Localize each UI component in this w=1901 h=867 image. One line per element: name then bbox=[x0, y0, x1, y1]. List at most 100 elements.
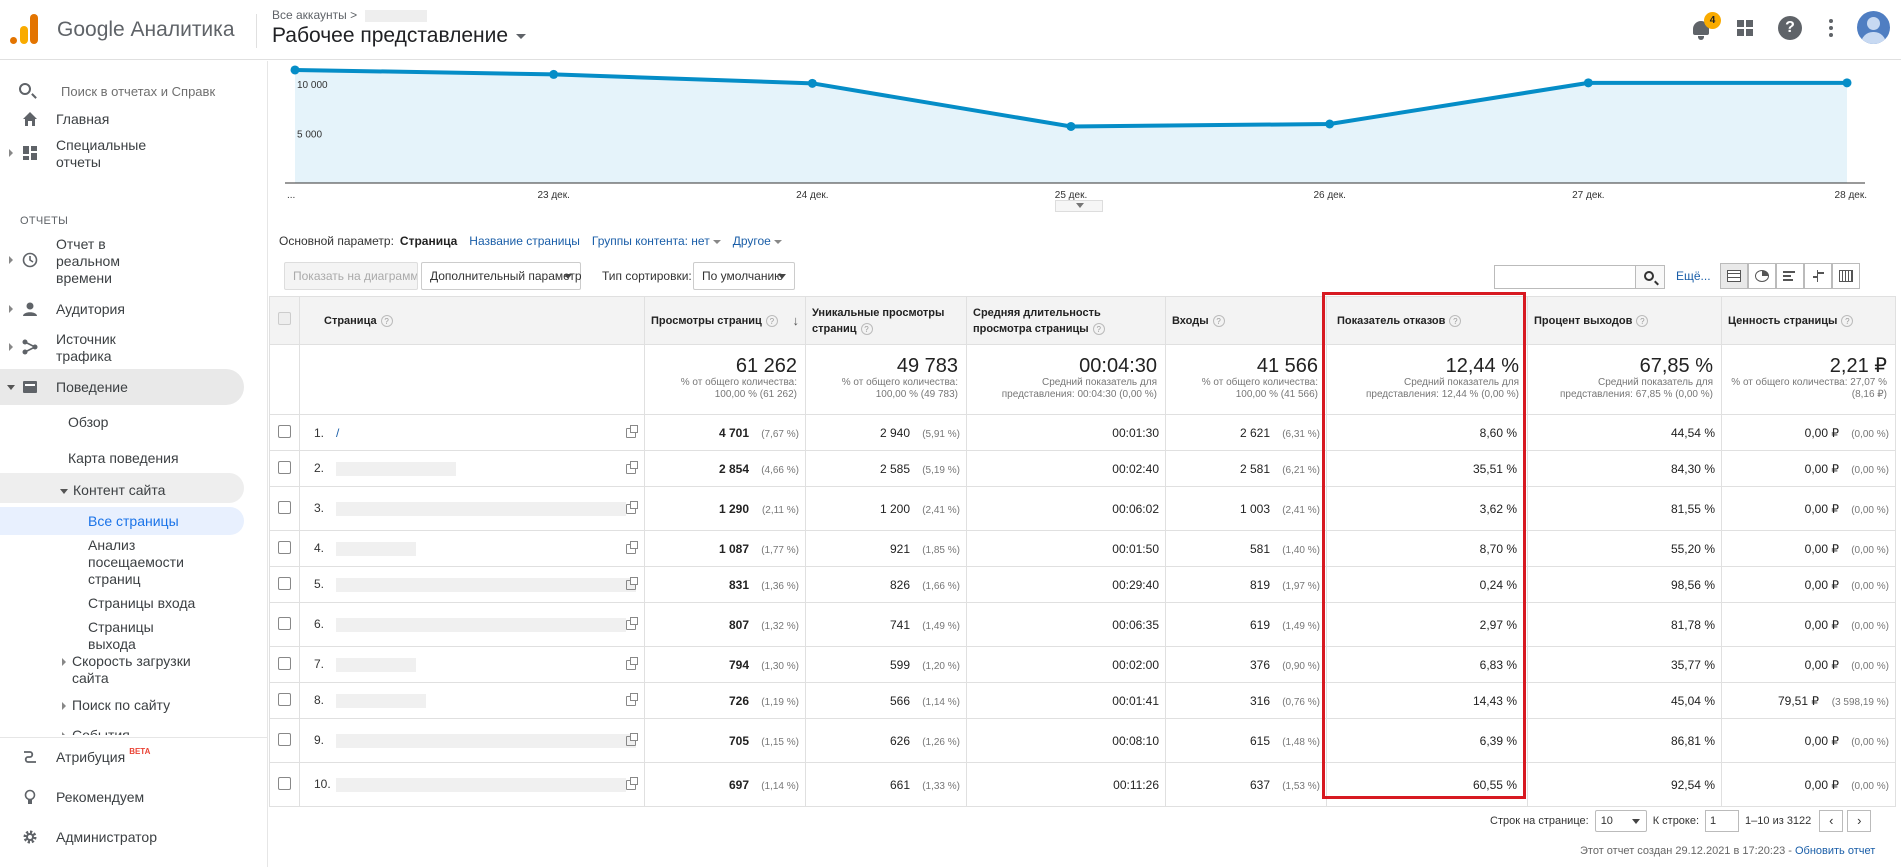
table-row[interactable]: 4. 1 087 (1,77 %) 921 (1,85 %) 00:01:50 581 (1,… bbox=[269, 530, 1896, 567]
page-path-redacted[interactable] bbox=[336, 461, 456, 476]
table-row[interactable]: 7. 794 (1,30 %) 599 (1,20 %) 00:02:00 376 (0,90… bbox=[269, 646, 1896, 683]
open-link-icon[interactable] bbox=[626, 692, 638, 706]
sidebar-item-admin[interactable]: Администратор bbox=[0, 829, 267, 847]
sort-type-dropdown[interactable]: По умолчанию bbox=[693, 262, 795, 290]
search-input[interactable]: Поиск в отчетах и Справк bbox=[61, 84, 215, 99]
table-row[interactable]: 1. / 4 701 (7,67 %) 2 940 (5,91 %) 00:01:30 2 6… bbox=[269, 414, 1896, 451]
report-search[interactable]: Поиск в отчетах и Справк bbox=[16, 81, 256, 103]
help-icon[interactable]: ? bbox=[1841, 314, 1854, 327]
sidebar-item-site-content[interactable]: Контент сайта bbox=[60, 482, 165, 499]
help-icon[interactable]: ? bbox=[765, 314, 778, 327]
sidebar-item-site-speed[interactable]: Скорость загрузки сайта bbox=[62, 653, 212, 687]
table-row[interactable]: 8. 726 (1,19 %) 566 (1,14 %) 00:01:41 316 (0,76… bbox=[269, 682, 1896, 719]
dimension-content-group[interactable]: Группы контента: нет bbox=[592, 234, 721, 248]
next-page-button[interactable]: › bbox=[1847, 810, 1872, 832]
row-checkbox[interactable] bbox=[278, 732, 291, 746]
table-row[interactable]: 10. 697 (1,14 %) 661 (1,33 %) 00:11:26 637 (1,5… bbox=[269, 762, 1896, 807]
col-header-bounce-rate[interactable]: Показатель отказов? bbox=[1326, 296, 1528, 345]
col-header-exit-rate[interactable]: Процент выходов? bbox=[1527, 296, 1722, 345]
sidebar-item-acquisition[interactable]: Источник трафика bbox=[0, 331, 267, 365]
advanced-filter-link[interactable]: Ещё... bbox=[1676, 269, 1711, 283]
sidebar-item-site-search[interactable]: Поиск по сайту bbox=[62, 697, 170, 714]
row-checkbox[interactable] bbox=[278, 656, 291, 670]
dimension-page-title[interactable]: Название страницы bbox=[469, 234, 580, 248]
row-checkbox[interactable] bbox=[278, 692, 291, 706]
row-checkbox[interactable] bbox=[278, 776, 291, 790]
sidebar-item-attribution[interactable]: Атрибуция BETA bbox=[0, 747, 267, 767]
table-filter-button[interactable] bbox=[1635, 265, 1665, 289]
refresh-report-link[interactable]: Обновить отчет bbox=[1795, 845, 1875, 857]
prev-page-button[interactable]: ‹ bbox=[1819, 810, 1844, 832]
sidebar-item-content-drilldown[interactable]: Анализ посещаемости страниц bbox=[88, 537, 208, 588]
sidebar-item-discover[interactable]: Рекомендуем bbox=[0, 789, 267, 807]
help-icon[interactable]: ? bbox=[860, 322, 873, 335]
help-icon[interactable]: ? bbox=[1636, 314, 1649, 327]
app-name[interactable]: Google Аналитика bbox=[57, 18, 235, 42]
view-table-button[interactable] bbox=[1720, 263, 1748, 289]
sidebar-item-behavior-flow[interactable]: Карта поведения bbox=[68, 450, 179, 467]
open-link-icon[interactable] bbox=[626, 732, 638, 746]
sidebar-item-realtime[interactable]: Отчет в реальном времени bbox=[0, 236, 267, 288]
apps-grid-icon[interactable] bbox=[1734, 16, 1760, 42]
open-link-icon[interactable] bbox=[626, 424, 638, 438]
page-path-redacted[interactable] bbox=[336, 733, 636, 748]
more-vert-icon[interactable] bbox=[1818, 16, 1844, 42]
row-checkbox[interactable] bbox=[278, 500, 291, 514]
sidebar-item-behavior[interactable]: Поведение bbox=[0, 379, 244, 397]
page-path-link[interactable]: / bbox=[336, 426, 339, 440]
col-header-avg-time[interactable]: Средняя длительность просмотра страницы? bbox=[966, 296, 1166, 345]
breadcrumb[interactable]: Все аккаунты > bbox=[272, 8, 428, 22]
help-icon[interactable]: ? bbox=[1778, 16, 1804, 42]
view-pivot-button[interactable] bbox=[1832, 263, 1860, 289]
help-icon[interactable]: ? bbox=[1449, 314, 1462, 327]
row-checkbox[interactable] bbox=[278, 424, 291, 438]
open-link-icon[interactable] bbox=[626, 540, 638, 554]
col-header-entrances[interactable]: Входы? bbox=[1165, 296, 1327, 345]
sidebar-item-custom-reports[interactable]: Специальные отчеты bbox=[0, 137, 267, 171]
plot-rows-button[interactable]: Показать на диаграмме bbox=[284, 262, 418, 290]
page-path-redacted[interactable] bbox=[336, 541, 416, 556]
table-row[interactable]: 6. 807 (1,32 %) 741 (1,49 %) 00:06:35 619 (1,49… bbox=[269, 602, 1896, 647]
table-row[interactable]: 2. 2 854 (4,66 %) 2 585 (5,19 %) 00:02:40 2 58… bbox=[269, 450, 1896, 487]
page-path-redacted[interactable] bbox=[336, 501, 626, 516]
row-checkbox[interactable] bbox=[278, 540, 291, 554]
sort-desc-icon[interactable]: ↓ bbox=[793, 313, 800, 329]
help-icon[interactable]: ? bbox=[1212, 314, 1225, 327]
help-icon[interactable]: ? bbox=[1092, 322, 1105, 335]
view-comparison-button[interactable] bbox=[1804, 263, 1832, 289]
table-row[interactable]: 5. 831 (1,36 %) 826 (1,66 %) 00:29:40 819 (1,97… bbox=[269, 566, 1896, 603]
col-header-page-value[interactable]: Ценность страницы? bbox=[1721, 296, 1896, 345]
bell-icon[interactable]: 4 bbox=[1688, 12, 1721, 42]
dimension-other[interactable]: Другое bbox=[733, 234, 782, 248]
page-path-redacted[interactable] bbox=[336, 657, 416, 672]
help-icon[interactable]: ? bbox=[380, 314, 393, 327]
goto-row-input[interactable]: 1 bbox=[1705, 810, 1740, 832]
sidebar-item-exit-pages[interactable]: Страницы выхода bbox=[88, 619, 178, 653]
table-row[interactable]: 3. 1 290 (2,11 %) 1 200 (2,41 %) 00:06:02 1 00… bbox=[269, 486, 1896, 531]
col-header-page[interactable]: Страница? bbox=[299, 296, 645, 345]
chart-collapse-toggle[interactable] bbox=[1055, 200, 1103, 212]
row-checkbox[interactable] bbox=[278, 460, 291, 474]
sidebar-item-landing-pages[interactable]: Страницы входа bbox=[88, 595, 195, 612]
dimension-page[interactable]: Страница bbox=[400, 234, 457, 248]
page-path-redacted[interactable] bbox=[336, 577, 636, 592]
sidebar-item-overview[interactable]: Обзор bbox=[68, 414, 108, 431]
open-link-icon[interactable] bbox=[626, 460, 638, 474]
open-link-icon[interactable] bbox=[626, 776, 638, 790]
page-path-redacted[interactable] bbox=[336, 777, 626, 792]
breadcrumb-all-accounts[interactable]: Все аккаунты bbox=[272, 8, 347, 22]
sidebar-item-all-pages[interactable]: Все страницы bbox=[88, 513, 179, 530]
sidebar-item-home[interactable]: Главная bbox=[0, 111, 267, 129]
row-checkbox[interactable] bbox=[278, 616, 291, 630]
page-path-redacted[interactable] bbox=[336, 693, 426, 708]
table-row[interactable]: 9. 705 (1,15 %) 626 (1,26 %) 00:08:10 615 (1,48… bbox=[269, 718, 1896, 763]
sidebar-item-audience[interactable]: Аудитория bbox=[0, 301, 267, 319]
row-checkbox[interactable] bbox=[278, 576, 291, 590]
account-avatar-icon[interactable] bbox=[1857, 11, 1890, 44]
secondary-dimension-dropdown[interactable]: Дополнительный параметр bbox=[421, 262, 582, 290]
page-path-redacted[interactable] bbox=[336, 617, 626, 632]
col-header-unique-pageviews[interactable]: Уникальные просмотры страниц? bbox=[805, 296, 967, 345]
col-header-pageviews[interactable]: Просмотры страниц? ↓ bbox=[644, 296, 806, 345]
table-filter-input[interactable] bbox=[1494, 265, 1636, 289]
open-link-icon[interactable] bbox=[626, 576, 638, 590]
